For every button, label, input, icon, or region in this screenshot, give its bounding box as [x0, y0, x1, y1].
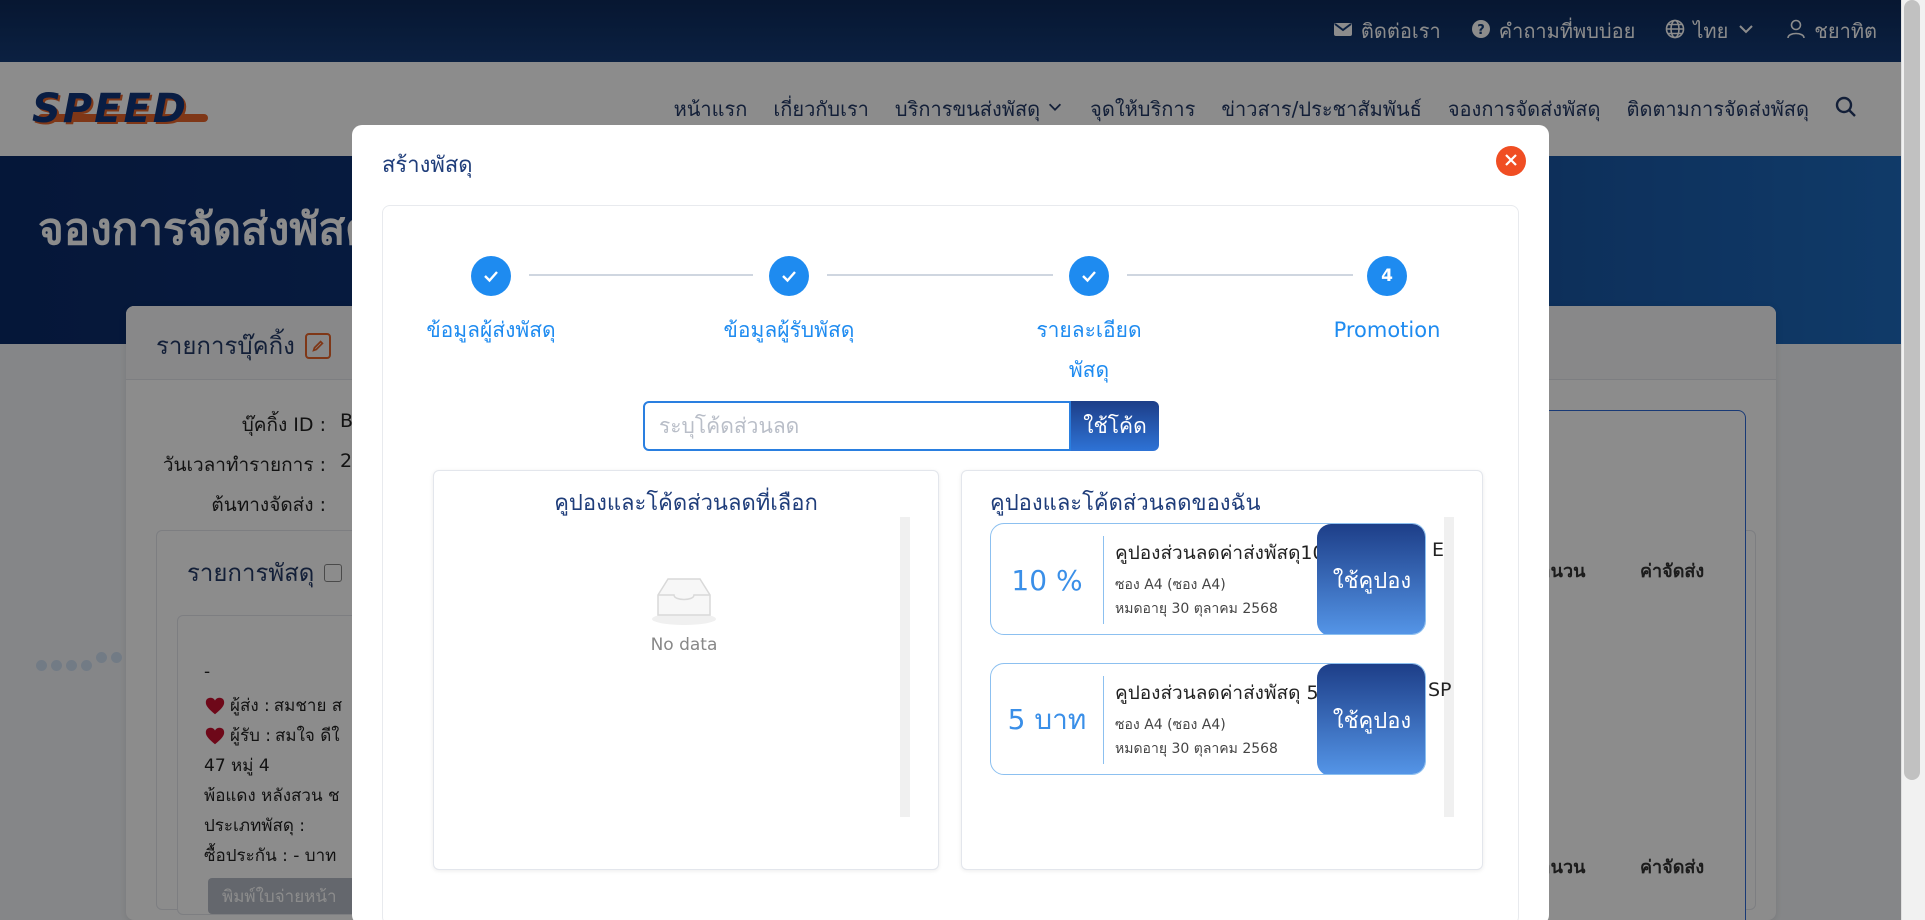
step-label: ข้อมูลผู้ส่งพัสดุ	[426, 318, 556, 342]
use-coupon-button[interactable]: ใช้คูปอง	[1317, 664, 1425, 774]
step-label: ข้อมูลผู้รับพัสดุ	[723, 318, 855, 342]
step-receiver[interactable]: ข้อมูลผู้รับพัสดุ	[679, 256, 899, 350]
my-coupons-title: คูปองและโค้ดส่วนลดของฉัน	[990, 491, 1261, 516]
step-done-circle	[1069, 256, 1109, 296]
coupon-info: คูปองส่วนลดค่าส่งพัสดุ10 ซอง A4 (ซอง A4)…	[1115, 538, 1319, 620]
use-coupon-button[interactable]: ใช้คูปอง	[1317, 524, 1425, 634]
selected-coupons-title: คูปองและโค้ดส่วนลดที่เลือก	[554, 491, 818, 516]
close-icon	[1504, 152, 1518, 171]
modal-title: สร้างพัสดุ	[382, 153, 473, 178]
coupon-expiry: หมดอายุ 30 ตุลาคม 2568	[1115, 741, 1278, 757]
page-scrollbar-thumb[interactable]	[1904, 0, 1920, 780]
step-promotion[interactable]: 4 Promotion	[1277, 256, 1497, 350]
check-icon	[782, 271, 796, 283]
coupon-type: ซอง A4 (ซอง A4)	[1115, 577, 1226, 593]
selected-coupons-scrollbar[interactable]	[900, 517, 910, 817]
step-label: Promotion	[1333, 318, 1441, 342]
coupon-name-overflow: SP	[1428, 679, 1452, 701]
empty-state: No data	[604, 571, 764, 655]
coupon-card: 10 % คูปองส่วนลดค่าส่งพัสดุ10 ซอง A4 (ซอ…	[990, 523, 1426, 635]
coupon-name-overflow: E	[1432, 539, 1445, 561]
empty-text: No data	[650, 635, 718, 655]
step-label: รายละเอียดพัสดุ	[1036, 318, 1142, 382]
coupon-value: 5 บาท	[1007, 703, 1087, 736]
coupon-code-input[interactable]	[643, 401, 1071, 451]
coupon-type: ซอง A4 (ซอง A4)	[1115, 717, 1226, 733]
close-button[interactable]	[1496, 146, 1526, 176]
empty-inbox-icon	[604, 571, 764, 631]
coupon-name: คูปองส่วนลดค่าส่งพัสดุ 5	[1115, 682, 1319, 704]
coupon-value: 10 %	[1011, 563, 1083, 597]
apply-code-button[interactable]: ใช้โค้ด	[1071, 401, 1159, 451]
coupon-divider	[1103, 536, 1104, 624]
create-parcel-modal: สร้างพัสดุ ข้อมูลผู้ส่งพัสดุ ข้อมูลผู้รั…	[352, 125, 1549, 920]
coupon-card: 5 บาท คูปองส่วนลดค่าส่งพัสดุ 5 ซอง A4 (ซ…	[990, 663, 1426, 775]
step-active-circle: 4	[1367, 256, 1407, 296]
step-sender[interactable]: ข้อมูลผู้ส่งพัสดุ	[381, 256, 601, 350]
step-done-circle	[471, 256, 511, 296]
check-icon	[1082, 271, 1096, 283]
modal-body: ข้อมูลผู้ส่งพัสดุ ข้อมูลผู้รับพัสดุ รายล…	[382, 205, 1519, 920]
check-icon	[484, 271, 498, 283]
coupon-info: คูปองส่วนลดค่าส่งพัสดุ 5 ซอง A4 (ซอง A4)…	[1115, 678, 1319, 760]
coupon-name: คูปองส่วนลดค่าส่งพัสดุ10	[1115, 542, 1319, 564]
coupon-expiry: หมดอายุ 30 ตุลาคม 2568	[1115, 601, 1278, 617]
my-coupons-scrollbar[interactable]	[1444, 517, 1454, 817]
coupon-divider	[1103, 676, 1104, 764]
my-coupons-panel: คูปองและโค้ดส่วนลดของฉัน 10 % คูปองส่วนล…	[961, 470, 1483, 870]
selected-coupons-panel: คูปองและโค้ดส่วนลดที่เลือก No data	[433, 470, 939, 870]
step-details[interactable]: รายละเอียดพัสดุ	[979, 256, 1199, 390]
step-done-circle	[769, 256, 809, 296]
